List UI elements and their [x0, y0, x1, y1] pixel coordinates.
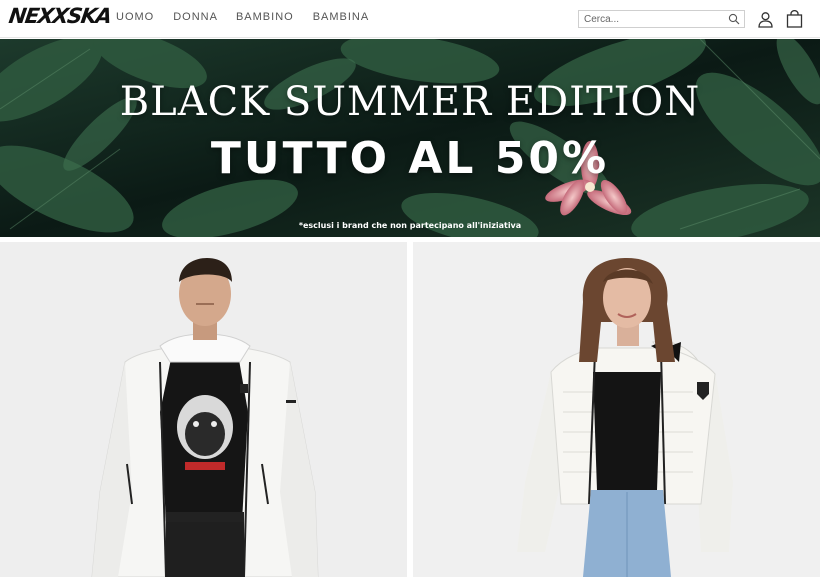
nav-item-uomo[interactable]: UOMO — [116, 11, 154, 23]
banner-disclaimer: *esclusi i brand che non partecipano all… — [298, 221, 522, 230]
banner-title: BLACK SUMMER EDITION — [119, 79, 701, 125]
brand-logo[interactable]: NEXXSKA — [7, 3, 113, 29]
site-header: NEXXSKA UOMO DONNA BAMBINO BAMBINA — [0, 0, 820, 38]
promo-banner[interactable]: BLACK SUMMER EDITION TUTTO AL 50% *esclu… — [0, 39, 820, 237]
search-icon[interactable] — [728, 13, 740, 25]
user-icon[interactable] — [757, 11, 774, 28]
product-card-woman[interactable] — [413, 242, 820, 577]
nav-item-bambina[interactable]: BAMBINA — [313, 11, 370, 23]
man-white-jacket-photo — [0, 242, 407, 577]
shopping-bag-icon[interactable] — [786, 10, 803, 28]
search-input[interactable] — [579, 11, 724, 27]
nav-item-donna[interactable]: DONNA — [173, 11, 218, 23]
search-box — [578, 10, 745, 28]
product-card-man[interactable] — [0, 242, 407, 577]
logo-text: NEXXSKA — [7, 4, 113, 28]
banner-subtitle: TUTTO AL 50% — [210, 133, 610, 184]
woman-white-jacket-photo — [413, 242, 820, 577]
nav-item-bambino[interactable]: BAMBINO — [236, 11, 294, 23]
main-nav: UOMO DONNA BAMBINO BAMBINA — [116, 11, 369, 23]
